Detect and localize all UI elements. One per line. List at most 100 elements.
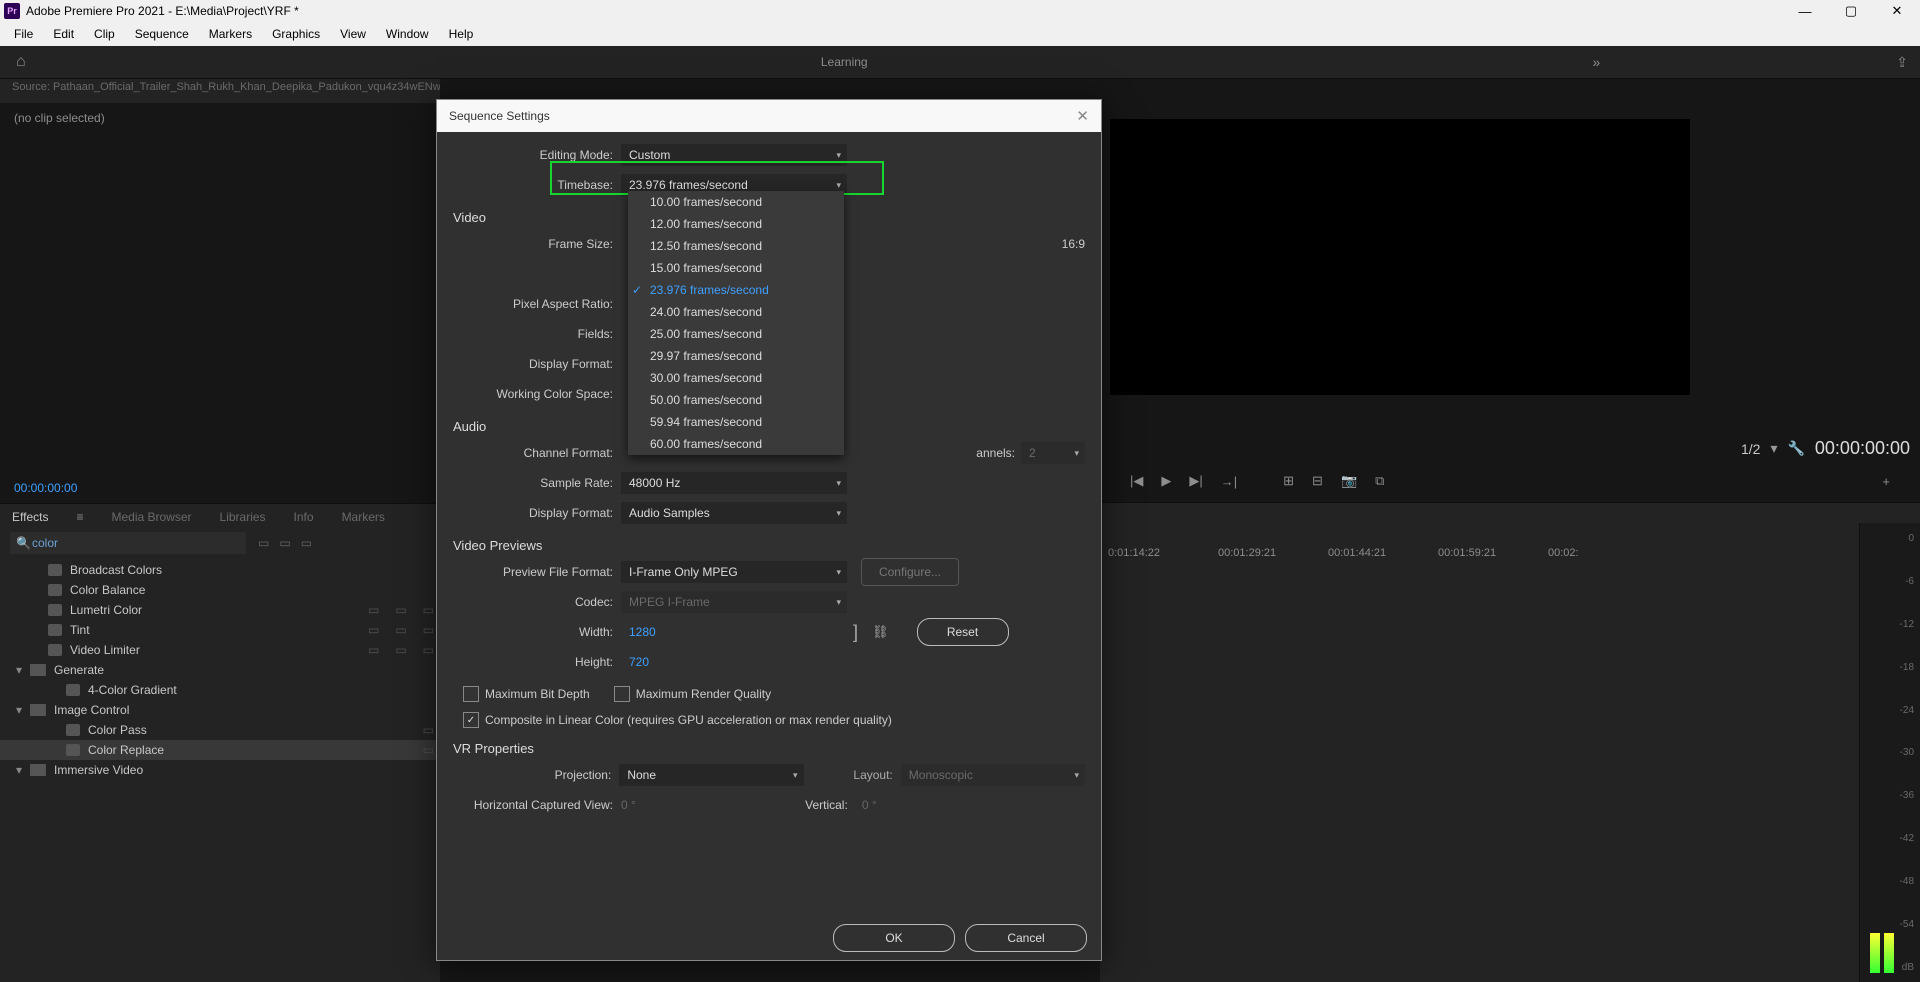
markers-icon[interactable]: ⧉ bbox=[1375, 473, 1384, 489]
sample-rate-label: Sample Rate: bbox=[453, 476, 621, 490]
program-timecode[interactable]: 00:00:00:00 bbox=[1815, 438, 1910, 459]
effect-item[interactable]: 4-Color Gradient bbox=[0, 680, 440, 700]
wrench-icon[interactable]: 🔧 bbox=[1787, 440, 1804, 457]
timebase-option[interactable]: 60.00 frames/second bbox=[628, 433, 844, 455]
menu-graphics[interactable]: Graphics bbox=[262, 27, 330, 41]
program-viewport[interactable] bbox=[1110, 119, 1690, 395]
window-close-button[interactable]: ✕ bbox=[1874, 0, 1920, 22]
timebase-label: Timebase: bbox=[453, 178, 621, 192]
preview-width-input[interactable]: 1280 bbox=[621, 621, 847, 643]
reset-button[interactable]: Reset bbox=[917, 618, 1009, 646]
source-timecode[interactable]: 00:00:00:00 bbox=[0, 479, 440, 503]
tab-libraries[interactable]: Libraries bbox=[220, 510, 266, 524]
in-point-icon[interactable]: |◀ bbox=[1130, 473, 1143, 489]
audio-display-format-select[interactable]: Audio Samples▾ bbox=[621, 502, 847, 524]
video-previews-section-header: Video Previews bbox=[453, 538, 1085, 553]
timeline-ruler[interactable]: 0:01:14:22 00:01:29:21 00:01:44:21 00:01… bbox=[1108, 547, 1850, 567]
close-icon[interactable]: ✕ bbox=[1076, 107, 1089, 125]
preview-file-format-select[interactable]: I-Frame Only MPEG▾ bbox=[621, 561, 847, 583]
preset-filter-icon[interactable]: ▭ bbox=[279, 536, 290, 550]
dialog-title: Sequence Settings bbox=[449, 109, 550, 123]
audio-display-format-label: Display Format: bbox=[453, 506, 621, 520]
projection-label: Projection: bbox=[453, 768, 619, 782]
insert-icon[interactable]: ⊞ bbox=[1283, 473, 1294, 489]
overwrite-icon[interactable]: ⊟ bbox=[1312, 473, 1323, 489]
effect-item[interactable]: Lumetri Color▭▭▭ bbox=[0, 600, 440, 620]
sample-rate-select[interactable]: 48000 Hz▾ bbox=[621, 472, 847, 494]
play-icon[interactable]: ▶ bbox=[1161, 473, 1171, 489]
workspace-overflow-button[interactable]: » bbox=[1592, 54, 1600, 70]
preview-height-input[interactable]: 720 bbox=[621, 651, 847, 673]
folder-item[interactable]: ▾Image Control bbox=[0, 700, 440, 720]
menu-sequence[interactable]: Sequence bbox=[125, 27, 199, 41]
ok-button[interactable]: OK bbox=[833, 924, 955, 952]
effect-item[interactable]: Tint▭▭▭ bbox=[0, 620, 440, 640]
zoom-level[interactable]: 1/2 bbox=[1741, 441, 1760, 457]
preview-height-label: Height: bbox=[453, 655, 621, 669]
menu-edit[interactable]: Edit bbox=[43, 27, 84, 41]
menu-help[interactable]: Help bbox=[439, 27, 484, 41]
projection-select[interactable]: None▾ bbox=[619, 764, 803, 786]
timebase-option[interactable]: 30.00 frames/second bbox=[628, 367, 844, 389]
tab-markers[interactable]: Markers bbox=[342, 510, 385, 524]
window-minimize-button[interactable]: — bbox=[1782, 0, 1828, 22]
timebase-option[interactable]: 15.00 frames/second bbox=[628, 257, 844, 279]
effects-search-input[interactable] bbox=[10, 532, 246, 554]
cancel-button[interactable]: Cancel bbox=[965, 924, 1087, 952]
menu-window[interactable]: Window bbox=[376, 27, 439, 41]
timebase-dropdown[interactable]: 10.00 frames/second12.00 frames/second12… bbox=[628, 191, 844, 455]
tab-media-browser[interactable]: Media Browser bbox=[111, 510, 191, 524]
folder-item[interactable]: ▾Generate bbox=[0, 660, 440, 680]
timebase-option[interactable]: ✓23.976 frames/second bbox=[628, 279, 844, 301]
effect-item[interactable]: Video Limiter▭▭▭ bbox=[0, 640, 440, 660]
window-titlebar: Pr Adobe Premiere Pro 2021 - E:\Media\Pr… bbox=[0, 0, 1920, 22]
timebase-option[interactable]: 24.00 frames/second bbox=[628, 301, 844, 323]
vertical-label: Vertical: bbox=[784, 798, 856, 812]
editing-mode-select[interactable]: Custom▾ bbox=[621, 144, 847, 166]
home-button[interactable]: ⌂ bbox=[0, 53, 96, 71]
menu-clip[interactable]: Clip bbox=[84, 27, 125, 41]
composite-linear-color-checkbox[interactable]: Composite in Linear Color (requires GPU … bbox=[453, 709, 1085, 731]
audio-meter: 0-6-12-18-24-30-36-42-48-54dB bbox=[1859, 523, 1920, 982]
timebase-option[interactable]: 10.00 frames/second bbox=[628, 191, 844, 213]
go-to-out-icon[interactable]: →| bbox=[1221, 474, 1237, 489]
timebase-option[interactable]: 50.00 frames/second bbox=[628, 389, 844, 411]
channels-select: 2▾ bbox=[1021, 442, 1085, 464]
max-render-quality-checkbox[interactable]: Maximum Render Quality bbox=[614, 683, 771, 705]
link-icon[interactable]: ⛓ bbox=[872, 624, 889, 640]
menu-file[interactable]: File bbox=[4, 27, 43, 41]
step-fwd-icon[interactable]: ▶| bbox=[1189, 473, 1202, 489]
camera-icon[interactable]: 📷 bbox=[1341, 473, 1357, 489]
timebase-option[interactable]: 29.97 frames/second bbox=[628, 345, 844, 367]
folder-item[interactable]: ▾Immersive Video bbox=[0, 760, 440, 780]
timebase-option[interactable]: 12.00 frames/second bbox=[628, 213, 844, 235]
menu-view[interactable]: View bbox=[330, 27, 376, 41]
working-color-space-label: Working Color Space: bbox=[453, 387, 621, 401]
effect-item[interactable]: Color Replace▭ bbox=[0, 740, 440, 760]
preset-filter-icon[interactable]: ▭ bbox=[301, 536, 312, 550]
preset-filter-icon[interactable]: ▭ bbox=[258, 536, 269, 550]
frame-size-ratio: 16:9 bbox=[1062, 237, 1085, 251]
timebase-option[interactable]: 12.50 frames/second bbox=[628, 235, 844, 257]
add-button-icon[interactable]: + bbox=[1882, 474, 1890, 489]
menu-markers[interactable]: Markers bbox=[199, 27, 262, 41]
tab-effects[interactable]: Effects bbox=[12, 510, 48, 524]
effect-item[interactable]: Color Balance bbox=[0, 580, 440, 600]
par-label: Pixel Aspect Ratio: bbox=[453, 297, 621, 311]
tab-info[interactable]: Info bbox=[294, 510, 314, 524]
timebase-option[interactable]: 25.00 frames/second bbox=[628, 323, 844, 345]
effect-item[interactable]: Color Pass▭ bbox=[0, 720, 440, 740]
timebase-option[interactable]: 59.94 frames/second bbox=[628, 411, 844, 433]
effect-item[interactable]: Broadcast Colors bbox=[0, 560, 440, 580]
timeline-panel[interactable]: 0:01:14:22 00:01:29:21 00:01:44:21 00:01… bbox=[1100, 502, 1920, 982]
dialog-titlebar[interactable]: Sequence Settings ✕ bbox=[437, 100, 1101, 132]
window-maximize-button[interactable]: ▢ bbox=[1828, 0, 1874, 22]
max-bit-depth-checkbox[interactable]: Maximum Bit Depth bbox=[463, 683, 590, 705]
window-title: Adobe Premiere Pro 2021 - E:\Media\Proje… bbox=[26, 4, 299, 18]
app-icon: Pr bbox=[4, 3, 20, 19]
export-icon[interactable]: ⇪ bbox=[1896, 54, 1908, 71]
workspace-learning-tab[interactable]: Learning bbox=[801, 46, 888, 78]
source-panel-tab[interactable]: Source: Pathaan_Official_Trailer_Shah_Ru… bbox=[0, 79, 440, 103]
video-display-format-label: Display Format: bbox=[453, 357, 621, 371]
layout-label: Layout: bbox=[824, 768, 901, 782]
